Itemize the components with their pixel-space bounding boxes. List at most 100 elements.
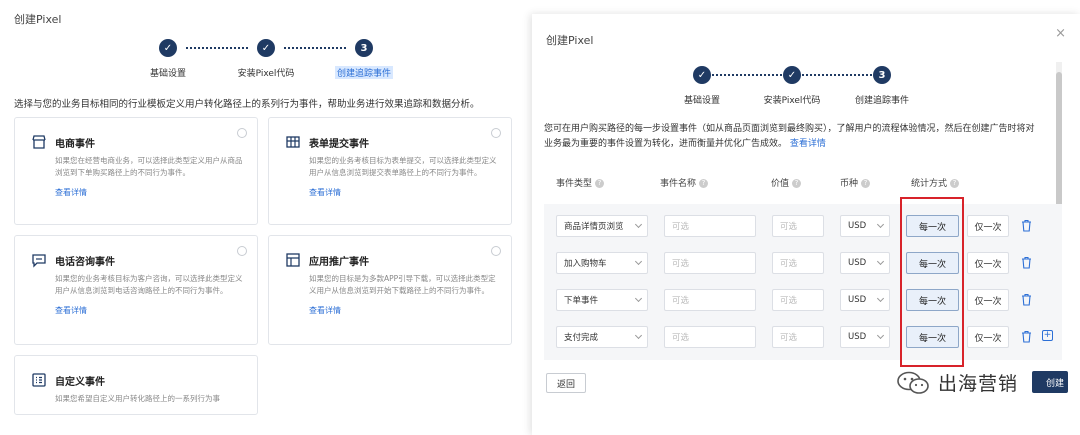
- step-connector: [186, 47, 248, 49]
- step-label-current: 创建追踪事件: [335, 66, 394, 79]
- card-description: 如果您的目标是为多款APP引导下载，可以选择此类型定义用户从信息浏览到开始下载路…: [309, 274, 496, 295]
- step-label: 安装Pixel代码: [237, 69, 295, 79]
- event-name-input[interactable]: 可选: [664, 326, 756, 348]
- event-type-select[interactable]: 支付完成: [556, 326, 648, 348]
- table-icon: [286, 136, 300, 148]
- radio-button[interactable]: [237, 128, 247, 138]
- event-card-ecommerce[interactable]: 电商事件 如果您在经营电商业务，可以选择此类型定义用户从商品浏览到下单购买路径上…: [14, 117, 258, 225]
- card-description: 如果您的业务考核目标为客户咨询，可以选择此类型定义用户从信息浏览到电话咨询路径上…: [55, 274, 243, 295]
- chevron-down-icon: [634, 294, 643, 303]
- help-icon[interactable]: ?: [950, 179, 960, 188]
- trash-icon[interactable]: [1021, 330, 1032, 343]
- events-table: 商品详情页浏览 可选 可选 USD 每一次 仅一次 加入购物车 可选 可选 US…: [544, 204, 1062, 360]
- check-icon: ✓: [783, 66, 801, 84]
- step-2: ✓ 安装Pixel代码: [764, 66, 820, 106]
- watermark-text: 出海营销: [938, 373, 1019, 395]
- card-description: 如果您的业务考核目标为表单提交，可以选择此类型定义用户从信息浏览到提交表单路径上…: [309, 156, 497, 177]
- chevron-down-icon: [876, 331, 885, 340]
- header-event-type: 事件类型?: [556, 176, 605, 189]
- step-1: ✓ 基础设置: [150, 39, 186, 79]
- radio-button[interactable]: [491, 246, 501, 256]
- only-once-button[interactable]: 仅一次: [967, 252, 1009, 274]
- watermark: 出海营销: [896, 369, 1018, 396]
- check-icon: ✓: [257, 39, 275, 57]
- value-input[interactable]: 可选: [772, 252, 824, 274]
- close-icon[interactable]: ×: [1055, 26, 1066, 41]
- wechat-icon: [897, 371, 929, 394]
- card-title: 自定义事件: [55, 377, 105, 388]
- left-panel: 创建Pixel ✓ 基础设置 ✓ 安装Pixel代码 3 创建追踪事件 选择与您…: [0, 0, 520, 435]
- stepper: ✓ 基础设置 ✓ 安装Pixel代码 3 创建追踪事件: [150, 39, 394, 79]
- step-3: 3 创建追踪事件: [855, 66, 909, 106]
- view-details-link[interactable]: 查看详情: [309, 187, 341, 198]
- radio-button[interactable]: [237, 246, 247, 256]
- event-name-input[interactable]: 可选: [664, 215, 756, 237]
- view-details-link[interactable]: 查看详情: [790, 139, 826, 149]
- event-card-app[interactable]: 应用推广事件 如果您的目标是为多款APP引导下载，可以选择此类型定义用户从信息浏…: [268, 235, 512, 345]
- card-title: 电商事件: [55, 139, 95, 150]
- view-details-link[interactable]: 查看详情: [309, 305, 341, 316]
- store-icon: [32, 135, 46, 149]
- only-once-button[interactable]: 仅一次: [967, 326, 1009, 348]
- help-icon[interactable]: ?: [699, 179, 709, 188]
- step-label: 基础设置: [150, 69, 187, 79]
- table-row: 支付完成 可选 可选 USD 每一次 仅一次 +: [544, 326, 1062, 350]
- step-number: 3: [355, 39, 373, 57]
- step-connector: [712, 74, 782, 76]
- view-details-link[interactable]: 查看详情: [55, 187, 87, 198]
- card-description: 如果您在经营电商业务，可以选择此类型定义用户从商品浏览到下单购买路径上的不同行为…: [55, 156, 243, 177]
- step-label: 安装Pixel代码: [763, 96, 821, 106]
- event-card-form[interactable]: 表单提交事件 如果您的业务考核目标为表单提交，可以选择此类型定义用户从信息浏览到…: [268, 117, 512, 225]
- layout-icon: [286, 253, 300, 267]
- trash-icon[interactable]: [1021, 256, 1032, 269]
- currency-select[interactable]: USD: [840, 289, 890, 311]
- value-input[interactable]: 可选: [772, 326, 824, 348]
- event-type-select[interactable]: 下单事件: [556, 289, 648, 311]
- create-button[interactable]: 创建: [1032, 371, 1068, 393]
- help-icon[interactable]: ?: [595, 179, 605, 188]
- step-connector: [802, 74, 872, 76]
- step-number: 3: [873, 66, 891, 84]
- table-row: 商品详情页浏览 可选 可选 USD 每一次 仅一次: [544, 215, 1062, 239]
- event-card-phone[interactable]: 电话咨询事件 如果您的业务考核目标为客户咨询，可以选择此类型定义用户从信息浏览到…: [14, 235, 258, 345]
- check-icon: ✓: [159, 39, 177, 57]
- radio-button[interactable]: [491, 128, 501, 138]
- currency-select[interactable]: USD: [840, 252, 890, 274]
- view-details-link[interactable]: 查看详情: [55, 305, 87, 316]
- chevron-down-icon: [876, 220, 885, 229]
- step-1: ✓ 基础设置: [684, 66, 720, 106]
- event-type-select[interactable]: 加入购物车: [556, 252, 648, 274]
- event-card-custom[interactable]: 自定义事件 如果您希望自定义用户转化路径上的一系列行为事: [14, 355, 258, 415]
- step-label: 创建追踪事件: [855, 96, 910, 106]
- header-currency: 币种?: [840, 176, 871, 189]
- event-type-select[interactable]: 商品详情页浏览: [556, 215, 648, 237]
- card-title: 电话咨询事件: [55, 257, 115, 268]
- currency-select[interactable]: USD: [840, 326, 890, 348]
- trash-icon[interactable]: [1021, 219, 1032, 232]
- step-label: 基础设置: [684, 96, 721, 106]
- header-count-method: 统计方式?: [911, 176, 960, 189]
- value-input[interactable]: 可选: [772, 289, 824, 311]
- chevron-down-icon: [876, 294, 885, 303]
- value-input[interactable]: 可选: [772, 215, 824, 237]
- card-title: 表单提交事件: [309, 139, 369, 150]
- step-connector: [284, 47, 346, 49]
- event-name-input[interactable]: 可选: [664, 289, 756, 311]
- back-button[interactable]: 返回: [546, 373, 586, 393]
- add-row-icon[interactable]: +: [1042, 330, 1053, 341]
- currency-select[interactable]: USD: [840, 215, 890, 237]
- chevron-down-icon: [634, 331, 643, 340]
- only-once-button[interactable]: 仅一次: [967, 215, 1009, 237]
- header-value: 价值?: [771, 176, 802, 189]
- only-once-button[interactable]: 仅一次: [967, 289, 1009, 311]
- chevron-down-icon: [634, 257, 643, 266]
- page-title: 创建Pixel: [14, 13, 62, 26]
- help-icon[interactable]: ?: [861, 179, 871, 188]
- chevron-down-icon: [876, 257, 885, 266]
- event-name-input[interactable]: 可选: [664, 252, 756, 274]
- trash-icon[interactable]: [1021, 293, 1032, 306]
- dialog-title: 创建Pixel: [546, 34, 594, 47]
- help-icon[interactable]: ?: [792, 179, 802, 188]
- table-row: 下单事件 可选 可选 USD 每一次 仅一次: [544, 289, 1062, 313]
- step-2: ✓ 安装Pixel代码: [238, 39, 294, 79]
